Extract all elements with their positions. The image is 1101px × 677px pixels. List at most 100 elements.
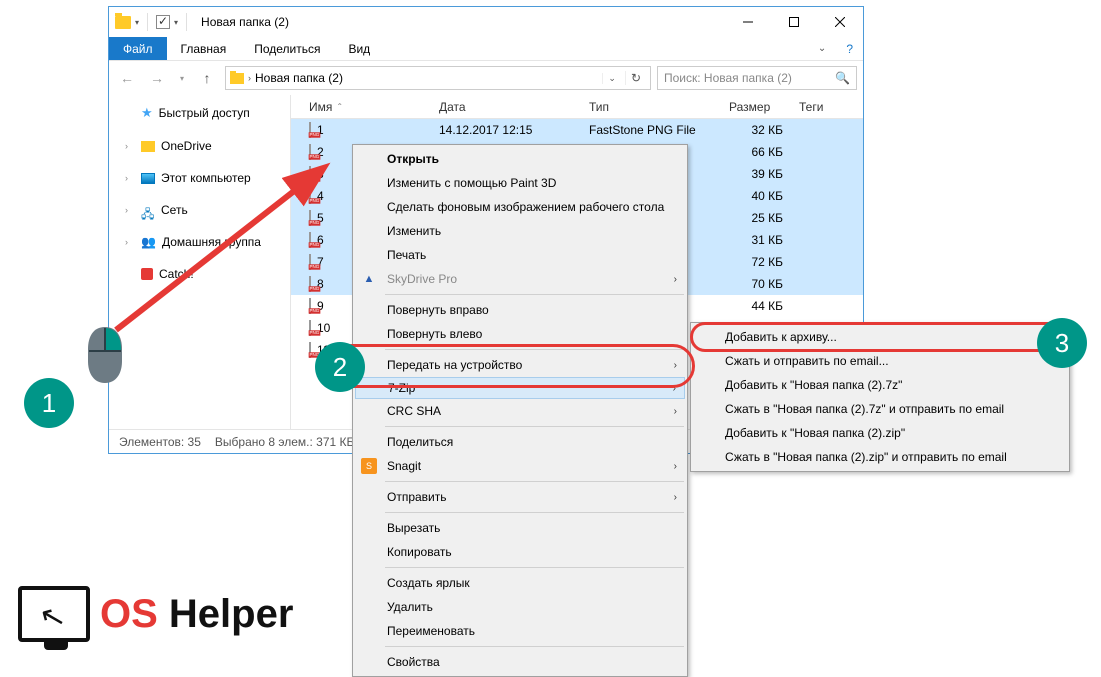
png-file-icon bbox=[309, 276, 311, 292]
ctx-edit[interactable]: Изменить bbox=[355, 219, 685, 243]
chevron-right-icon: › bbox=[674, 406, 677, 417]
chevron-right-icon: › bbox=[674, 461, 677, 472]
png-file-icon bbox=[309, 342, 311, 358]
ribbon-tabs: Файл Главная Поделиться Вид ⌄ ? bbox=[109, 37, 863, 61]
ctx-copy[interactable]: Копировать bbox=[355, 540, 685, 564]
search-input[interactable]: Поиск: Новая папка (2) 🔍 bbox=[657, 66, 857, 90]
ctx-rotate-left[interactable]: Повернуть влево bbox=[355, 322, 685, 346]
annotation-step-2: 2 bbox=[315, 342, 365, 392]
ribbon-expand-icon[interactable]: ⌄ bbox=[808, 37, 836, 60]
annotation-step-1: 1 bbox=[24, 378, 74, 428]
close-button[interactable] bbox=[817, 7, 863, 37]
png-file-icon bbox=[309, 254, 311, 270]
qat-dropdown2-icon[interactable]: ▾ bbox=[174, 18, 178, 27]
sidebar-catch[interactable]: Catch! bbox=[109, 263, 290, 285]
sidebar-network[interactable]: ›Сеть bbox=[109, 199, 290, 221]
ctx-shortcut[interactable]: Создать ярлык bbox=[355, 571, 685, 595]
addressbar: ← → ▾ ↑ › Новая папка (2) ⌄ ↻ Поиск: Нов… bbox=[109, 61, 863, 95]
breadcrumb-dropdown-icon[interactable]: ⌄ bbox=[602, 73, 621, 84]
col-tags[interactable]: Теги bbox=[791, 100, 841, 114]
ctx-compress-7z-email[interactable]: Сжать в "Новая папка (2).7z" и отправить… bbox=[693, 397, 1067, 421]
png-file-icon bbox=[309, 298, 311, 314]
mouse-icon bbox=[85, 325, 125, 385]
chevron-right-icon: › bbox=[674, 360, 677, 371]
window-title: Новая папка (2) bbox=[201, 15, 289, 29]
sidebar-onedrive[interactable]: ›OneDrive bbox=[109, 135, 290, 157]
tab-file[interactable]: Файл bbox=[109, 37, 167, 60]
snagit-icon: S bbox=[361, 458, 377, 474]
refresh-icon[interactable]: ↻ bbox=[625, 71, 646, 85]
tab-home[interactable]: Главная bbox=[167, 37, 241, 60]
ctx-properties[interactable]: Свойства bbox=[355, 650, 685, 674]
qat-dropdown-icon[interactable]: ▾ bbox=[135, 18, 139, 27]
search-placeholder: Поиск: Новая папка (2) bbox=[664, 71, 792, 85]
ctx-cut[interactable]: Вырезать bbox=[355, 516, 685, 540]
monitor-icon: ↖ bbox=[18, 586, 90, 642]
ctx-7zip[interactable]: 7-Zip› bbox=[355, 377, 685, 399]
ctx-wallpaper[interactable]: Сделать фоновым изображением рабочего ст… bbox=[355, 195, 685, 219]
chevron-right-icon: › bbox=[674, 492, 677, 503]
ctx-send[interactable]: Отправить› bbox=[355, 485, 685, 509]
ctx-skydrive[interactable]: ▲SkyDrive Pro› bbox=[355, 267, 685, 291]
png-file-icon bbox=[309, 210, 311, 226]
ctx-add-archive[interactable]: Добавить к архиву... bbox=[693, 325, 1067, 349]
star-icon: ★ bbox=[141, 105, 153, 121]
tab-view[interactable]: Вид bbox=[334, 37, 384, 60]
oshelper-logo: ↖ OS Helper bbox=[18, 586, 293, 642]
search-icon: 🔍 bbox=[835, 71, 850, 85]
breadcrumb-current[interactable]: Новая папка (2) bbox=[255, 71, 343, 85]
cloud-icon: ▲ bbox=[361, 271, 377, 287]
ctx-snagit[interactable]: SSnagit› bbox=[355, 454, 685, 478]
col-type[interactable]: Тип bbox=[581, 100, 721, 114]
folder-icon bbox=[230, 73, 244, 84]
sidebar-homegroup[interactable]: ›Домашняя группа bbox=[109, 231, 290, 253]
file-row[interactable]: 114.12.2017 12:15FastStone PNG File32 КБ bbox=[291, 119, 863, 141]
ctx-compress-email[interactable]: Сжать и отправить по email... bbox=[693, 349, 1067, 373]
status-selection: Выбрано 8 элем.: 371 КБ bbox=[215, 435, 355, 449]
folder-icon bbox=[141, 141, 155, 152]
sidebar-thispc[interactable]: ›Этот компьютер bbox=[109, 167, 290, 189]
cursor-icon: ↖ bbox=[36, 597, 69, 637]
annotation-step-3: 3 bbox=[1037, 318, 1087, 368]
col-date[interactable]: Дата bbox=[431, 100, 581, 114]
file-list-header: Имя⌃ Дата Тип Размер Теги bbox=[291, 95, 863, 119]
folder-icon bbox=[115, 16, 131, 29]
logo-os: OS bbox=[100, 592, 158, 636]
png-file-icon bbox=[309, 188, 311, 204]
ctx-rename[interactable]: Переименовать bbox=[355, 619, 685, 643]
chevron-right-icon: › bbox=[673, 383, 676, 394]
titlebar: ▾ ▾ Новая папка (2) bbox=[109, 7, 863, 37]
context-menu: Открыть Изменить с помощью Paint 3D Сдел… bbox=[352, 144, 688, 677]
nav-history-dropdown[interactable]: ▾ bbox=[175, 66, 189, 90]
tab-share[interactable]: Поделиться bbox=[240, 37, 334, 60]
homegroup-icon bbox=[141, 235, 156, 249]
minimize-button[interactable] bbox=[725, 7, 771, 37]
catch-icon bbox=[141, 268, 153, 280]
png-file-icon bbox=[309, 122, 311, 138]
ctx-add-zip[interactable]: Добавить к "Новая папка (2).zip" bbox=[693, 421, 1067, 445]
ctx-open[interactable]: Открыть bbox=[355, 147, 685, 171]
ctx-paint3d[interactable]: Изменить с помощью Paint 3D bbox=[355, 171, 685, 195]
ctx-compress-zip-email[interactable]: Сжать в "Новая папка (2).zip" и отправит… bbox=[693, 445, 1067, 469]
ctx-delete[interactable]: Удалить bbox=[355, 595, 685, 619]
ctx-cast[interactable]: Передать на устройство› bbox=[355, 353, 685, 377]
nav-forward-button[interactable]: → bbox=[145, 66, 169, 90]
nav-back-button[interactable]: ← bbox=[115, 66, 139, 90]
ctx-rotate-right[interactable]: Повернуть вправо bbox=[355, 298, 685, 322]
ctx-share[interactable]: Поделиться bbox=[355, 430, 685, 454]
sidebar: ★Быстрый доступ ›OneDrive ›Этот компьюте… bbox=[109, 95, 291, 429]
ctx-print[interactable]: Печать bbox=[355, 243, 685, 267]
col-name[interactable]: Имя⌃ bbox=[301, 100, 431, 114]
nav-up-button[interactable]: ↑ bbox=[195, 66, 219, 90]
breadcrumb[interactable]: › Новая папка (2) ⌄ ↻ bbox=[225, 66, 651, 90]
pc-icon bbox=[141, 173, 155, 184]
maximize-button[interactable] bbox=[771, 7, 817, 37]
png-file-icon bbox=[309, 232, 311, 248]
properties-qat-icon[interactable] bbox=[156, 15, 170, 29]
help-icon[interactable]: ? bbox=[836, 37, 863, 60]
status-count: Элементов: 35 bbox=[119, 435, 201, 449]
ctx-add-7z[interactable]: Добавить к "Новая папка (2).7z" bbox=[693, 373, 1067, 397]
sidebar-quick-access[interactable]: ★Быстрый доступ bbox=[109, 101, 290, 125]
ctx-crcsha[interactable]: CRC SHA› bbox=[355, 399, 685, 423]
col-size[interactable]: Размер bbox=[721, 100, 791, 114]
